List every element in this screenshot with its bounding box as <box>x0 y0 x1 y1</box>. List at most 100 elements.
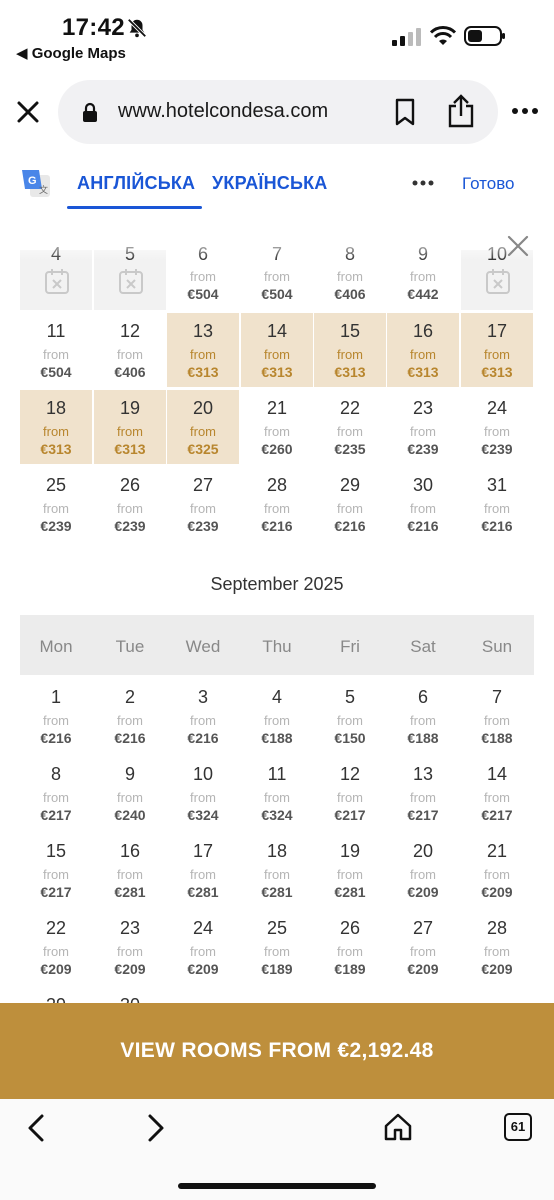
calendar-day[interactable]: 30 from €216 <box>387 467 459 541</box>
calendar-day[interactable]: 13 from €313 <box>167 313 239 387</box>
day-number: 25 <box>266 918 288 938</box>
calendar-day[interactable]: 6 from €188 <box>387 679 459 753</box>
calendar-day[interactable]: 18 from €313 <box>20 390 92 464</box>
from-label: from <box>190 713 216 728</box>
day-price: €189 <box>261 961 293 977</box>
day-price: €324 <box>261 807 293 823</box>
day-price: €188 <box>481 730 513 746</box>
calendar-day[interactable]: 17 from €281 <box>167 833 239 907</box>
from-label: from <box>264 944 290 959</box>
calendar-day[interactable]: 26 from €239 <box>94 467 166 541</box>
calendar-day[interactable]: 16 from €281 <box>94 833 166 907</box>
day-price: €281 <box>334 884 366 900</box>
day-number: 18 <box>266 841 288 861</box>
calendar-day[interactable]: 7 from €188 <box>461 679 533 753</box>
page-url[interactable]: www.hotelcondesa.com <box>118 100 328 123</box>
status-time: 17:42 <box>62 14 125 41</box>
calendar-day[interactable]: 11 from €324 <box>241 756 313 830</box>
calendar-day[interactable]: 31 from €216 <box>461 467 533 541</box>
calendar-day[interactable]: 5 from €150 <box>314 679 386 753</box>
forward-arrow-icon[interactable] <box>144 1113 168 1143</box>
calendar-day[interactable]: 9 from €240 <box>94 756 166 830</box>
day-number: 29 <box>339 475 361 495</box>
calendar-day[interactable]: 20 from €209 <box>387 833 459 907</box>
day-price: €217 <box>481 807 513 823</box>
day-price: €216 <box>114 730 146 746</box>
calendar-day[interactable]: 18 from €281 <box>241 833 313 907</box>
close-calendar-icon[interactable] <box>506 234 530 258</box>
from-label: from <box>337 867 363 882</box>
day-price: €209 <box>481 884 513 900</box>
more-icon[interactable] <box>512 104 538 118</box>
calendar-day[interactable]: 25 from €239 <box>20 467 92 541</box>
day-price: €281 <box>187 884 219 900</box>
tab-target-language[interactable]: УКРАЇНСЬКА <box>212 173 328 194</box>
calendar-day[interactable]: 21 from €209 <box>461 833 533 907</box>
from-label: from <box>264 790 290 805</box>
calendar-day[interactable]: 22 from €235 <box>314 390 386 464</box>
done-button[interactable]: Готово <box>462 174 515 194</box>
calendar-day[interactable]: 25 from €189 <box>241 910 313 984</box>
calendar-day[interactable]: 20 from €325 <box>167 390 239 464</box>
calendar-day[interactable]: 27 from €209 <box>387 910 459 984</box>
from-label: from <box>43 867 69 882</box>
calendar-day[interactable]: 15 from €217 <box>20 833 92 907</box>
calendar-day[interactable]: 10 from €324 <box>167 756 239 830</box>
day-price: €217 <box>334 807 366 823</box>
share-icon[interactable] <box>446 94 476 128</box>
calendar-day[interactable]: 28 from €209 <box>461 910 533 984</box>
view-rooms-button[interactable]: VIEW ROOMS FROM €2,192.48 <box>0 1003 554 1099</box>
day-price: €217 <box>40 807 72 823</box>
calendar-day[interactable]: 3 from €216 <box>167 679 239 753</box>
calendar-day[interactable]: 15 from €313 <box>314 313 386 387</box>
calendar-day[interactable]: 11 from €504 <box>20 313 92 387</box>
calendar-day[interactable]: 29 <box>20 987 92 1015</box>
tab-source-language[interactable]: АНГЛІЙСЬКА <box>77 173 195 194</box>
day-number: 20 <box>412 841 434 861</box>
back-to-app-link[interactable]: ◀ Google Maps <box>16 44 126 62</box>
calendar-day[interactable]: 24 from €239 <box>461 390 533 464</box>
calendar-unavailable-icon <box>486 269 510 294</box>
calendar-day[interactable]: 24 from €209 <box>167 910 239 984</box>
calendar-day[interactable]: 23 from €239 <box>387 390 459 464</box>
calendar-day[interactable]: 19 from €313 <box>94 390 166 464</box>
calendar-day[interactable]: 1 from €216 <box>20 679 92 753</box>
calendar-day[interactable]: 16 from €313 <box>387 313 459 387</box>
calendar-day[interactable]: 4 from €188 <box>241 679 313 753</box>
calendar-day[interactable]: 12 from €406 <box>94 313 166 387</box>
calendar-day[interactable]: 22 from €209 <box>20 910 92 984</box>
calendar-day[interactable]: 28 from €216 <box>241 467 313 541</box>
back-arrow-icon[interactable] <box>24 1113 48 1143</box>
from-label: from <box>117 867 143 882</box>
calendar-day[interactable]: 13 from €217 <box>387 756 459 830</box>
calendar-day[interactable]: 23 from €209 <box>94 910 166 984</box>
calendar-day[interactable]: 21 from €260 <box>241 390 313 464</box>
day-number: 16 <box>412 321 434 341</box>
calendar-day[interactable]: 2 from €216 <box>94 679 166 753</box>
close-icon[interactable] <box>14 98 42 126</box>
calendar-day[interactable]: 8 from €217 <box>20 756 92 830</box>
calendar-day[interactable]: 30 <box>94 987 166 1015</box>
calendar-day[interactable]: 14 from €313 <box>241 313 313 387</box>
calendar-day[interactable]: 14 from €217 <box>461 756 533 830</box>
from-label: from <box>43 347 69 362</box>
day-number: 13 <box>192 321 214 341</box>
tabs-icon[interactable]: 61 <box>504 1113 532 1141</box>
calendar-unavailable-icon <box>119 269 143 294</box>
from-label: from <box>117 424 143 439</box>
calendar-day[interactable]: 12 from €217 <box>314 756 386 830</box>
calendar-day[interactable]: 26 from €189 <box>314 910 386 984</box>
day-price: €281 <box>261 884 293 900</box>
bookmark-icon[interactable] <box>394 98 416 126</box>
calendar-day[interactable]: 29 from €216 <box>314 467 386 541</box>
home-icon[interactable] <box>383 1112 413 1142</box>
from-label: from <box>264 424 290 439</box>
from-label: from <box>410 790 436 805</box>
day-number: 28 <box>266 475 288 495</box>
day-price: €313 <box>187 364 219 380</box>
from-label: from <box>117 944 143 959</box>
calendar-day[interactable]: 19 from €281 <box>314 833 386 907</box>
calendar-day[interactable]: 17 from €313 <box>461 313 533 387</box>
calendar-day[interactable]: 27 from €239 <box>167 467 239 541</box>
translate-more-icon[interactable] <box>412 176 434 190</box>
